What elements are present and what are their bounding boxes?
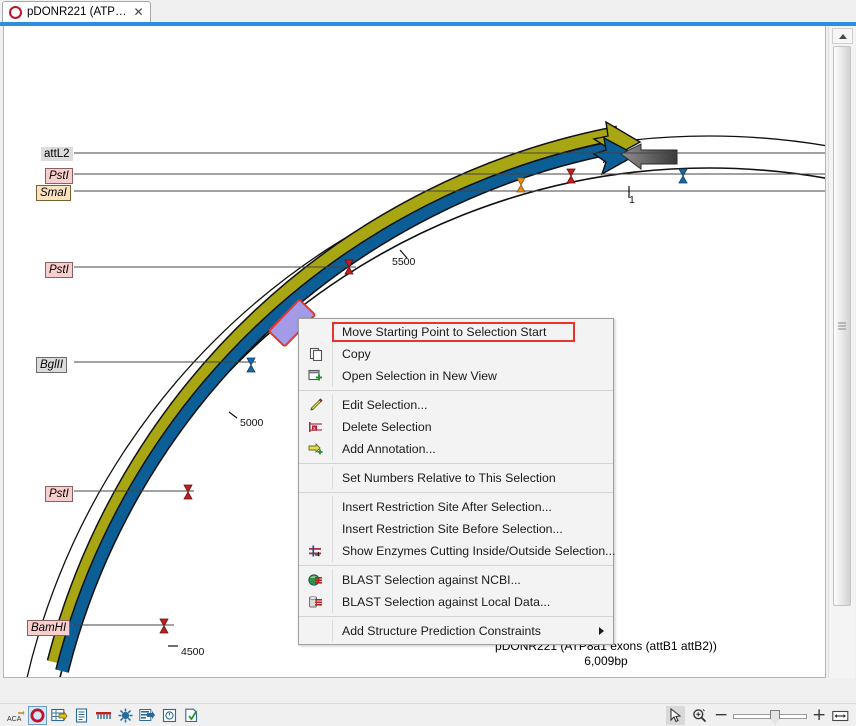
menu-item-gutter — [299, 569, 333, 591]
label-smai[interactable]: SmaI — [36, 185, 71, 201]
menu-item-show-enzymes-cutting[interactable]: Show Enzymes Cutting Inside/Outside Sele… — [299, 540, 613, 562]
view-area: attL2 PstI SmaI PstI BglII PstI BamHI 1 … — [0, 26, 856, 681]
menu-item-delete-selection[interactable]: x Delete Selection — [299, 416, 613, 438]
zoom-in-button[interactable]: + — [812, 707, 826, 724]
menu-item-gutter — [299, 343, 333, 365]
history-icon[interactable] — [160, 706, 179, 725]
menu-item-label: Insert Restriction Site Before Selection… — [333, 522, 613, 536]
element-info-icon[interactable] — [116, 706, 135, 725]
menu-item-gutter — [299, 365, 333, 387]
circular-view-icon[interactable] — [28, 706, 47, 725]
menu-item-gutter: x — [299, 416, 333, 438]
menu-item-label: Delete Selection — [333, 420, 613, 434]
menu-item-add-annotation[interactable]: Add Annotation... — [299, 438, 613, 460]
menu-item-gutter — [299, 518, 333, 540]
menu-separator — [299, 390, 613, 391]
element-checklist-icon[interactable] — [182, 706, 201, 725]
menu-item-move-starting-point[interactable]: Move Starting Point to Selection Start — [299, 321, 613, 343]
menu-item-label: Insert Restriction Site After Selection.… — [333, 500, 613, 514]
restriction-sites-icon[interactable] — [94, 706, 113, 725]
label-bamhi[interactable]: BamHI — [27, 620, 70, 636]
menu-item-label: Add Annotation... — [333, 442, 613, 456]
scrollbar-grip-icon — [838, 323, 846, 330]
enzyme-cut-icon — [308, 544, 323, 558]
label-psti-2[interactable]: PstI — [45, 262, 73, 278]
menu-item-blast-ncbi[interactable]: BLAST Selection against NCBI... — [299, 569, 613, 591]
menu-separator — [299, 463, 613, 464]
plasmid-canvas[interactable]: attL2 PstI SmaI PstI BglII PstI BamHI 1 … — [3, 26, 826, 678]
annotation-table-icon[interactable] — [50, 706, 69, 725]
menu-item-gutter — [299, 467, 333, 489]
sequence-view-icon[interactable]: ACA — [6, 706, 25, 725]
menu-item-set-numbers-relative[interactable]: Set Numbers Relative to This Selection — [299, 467, 613, 489]
menu-item-blast-local-data[interactable]: BLAST Selection against Local Data... — [299, 591, 613, 613]
graphical-view-icon[interactable] — [138, 706, 157, 725]
tick-label-4500: 4500 — [181, 646, 204, 658]
delete-selection-icon: x — [308, 420, 323, 434]
tick-label-5500: 5500 — [392, 256, 415, 268]
menu-item-open-selection-in-new-view[interactable]: Open Selection in New View — [299, 365, 613, 387]
menu-item-gutter — [299, 591, 333, 613]
label-psti-1[interactable]: PstI — [45, 168, 73, 184]
context-menu[interactable]: Move Starting Point to Selection Start C… — [298, 318, 614, 645]
zoom-in-icon[interactable] — [690, 706, 709, 725]
scroll-up-arrow-icon[interactable] — [832, 28, 853, 44]
blast-ncbi-icon — [308, 573, 323, 587]
pencil-icon — [309, 398, 323, 412]
menu-item-label: Edit Selection... — [333, 398, 613, 412]
menu-item-gutter — [299, 394, 333, 416]
tab-bar-empty-area — [140, 1, 856, 22]
zoom-controls: − + — [666, 706, 850, 725]
menu-item-label: BLAST Selection against NCBI... — [333, 573, 613, 587]
menu-item-label: Move Starting Point to Selection Start — [333, 325, 613, 339]
zoom-slider-knob[interactable] — [770, 710, 780, 725]
copy-icon — [309, 347, 323, 361]
label-bglii[interactable]: BglII — [36, 357, 67, 373]
close-icon[interactable]: ✕ — [133, 6, 143, 18]
menu-separator — [299, 492, 613, 493]
menu-item-gutter — [299, 620, 333, 642]
menu-item-gutter — [299, 321, 333, 343]
menu-item-insert-restriction-site-after[interactable]: Insert Restriction Site After Selection.… — [299, 496, 613, 518]
svg-text:ACA: ACA — [7, 716, 22, 723]
open-in-new-view-icon — [308, 369, 323, 383]
fit-width-icon[interactable] — [831, 706, 850, 725]
menu-separator — [299, 616, 613, 617]
plasmid-circle-icon — [9, 6, 22, 19]
vertical-scrollbar[interactable] — [828, 26, 855, 678]
submenu-chevron-right-icon — [599, 627, 604, 635]
plasmid-caption-size: 6,009bp — [446, 654, 766, 669]
bottom-toolbar: ACA — [0, 703, 856, 726]
menu-item-gutter — [299, 496, 333, 518]
blast-local-icon — [308, 595, 323, 609]
clc-plasmid-view-window: pDONR221 (ATP… ✕ — [0, 0, 856, 726]
label-attl2[interactable]: attL2 — [41, 147, 73, 161]
menu-item-gutter — [299, 540, 333, 562]
menu-item-insert-restriction-site-before[interactable]: Insert Restriction Site Before Selection… — [299, 518, 613, 540]
label-psti-3[interactable]: PstI — [45, 486, 73, 502]
zoom-out-button[interactable]: − — [714, 707, 728, 724]
pointer-icon[interactable] — [666, 706, 685, 725]
zoom-slider[interactable] — [733, 710, 807, 722]
tab-label: pDONR221 (ATP… — [27, 6, 126, 18]
menu-item-label: Open Selection in New View — [333, 369, 613, 383]
menu-item-label: BLAST Selection against Local Data... — [333, 595, 613, 609]
add-annotation-icon — [308, 442, 323, 456]
menu-item-label: Copy — [333, 347, 613, 361]
menu-item-gutter — [299, 438, 333, 460]
tick-label-5000: 5000 — [240, 417, 263, 429]
tab-bar: pDONR221 (ATP… ✕ — [0, 0, 856, 22]
menu-separator — [299, 565, 613, 566]
menu-item-label: Add Structure Prediction Constraints — [333, 624, 613, 638]
menu-item-add-structure-prediction-constraints[interactable]: Add Structure Prediction Constraints — [299, 620, 613, 642]
vertical-scrollbar-thumb[interactable] — [833, 46, 851, 606]
menu-item-label: Set Numbers Relative to This Selection — [333, 471, 613, 485]
menu-item-label: Show Enzymes Cutting Inside/Outside Sele… — [333, 544, 615, 558]
tab-pdonr221[interactable]: pDONR221 (ATP… ✕ — [2, 1, 151, 22]
menu-item-copy[interactable]: Copy — [299, 343, 613, 365]
menu-item-edit-selection[interactable]: Edit Selection... — [299, 394, 613, 416]
view-mode-buttons: ACA — [6, 706, 201, 725]
text-view-icon[interactable] — [72, 706, 91, 725]
tick-label-1: 1 — [629, 194, 635, 206]
